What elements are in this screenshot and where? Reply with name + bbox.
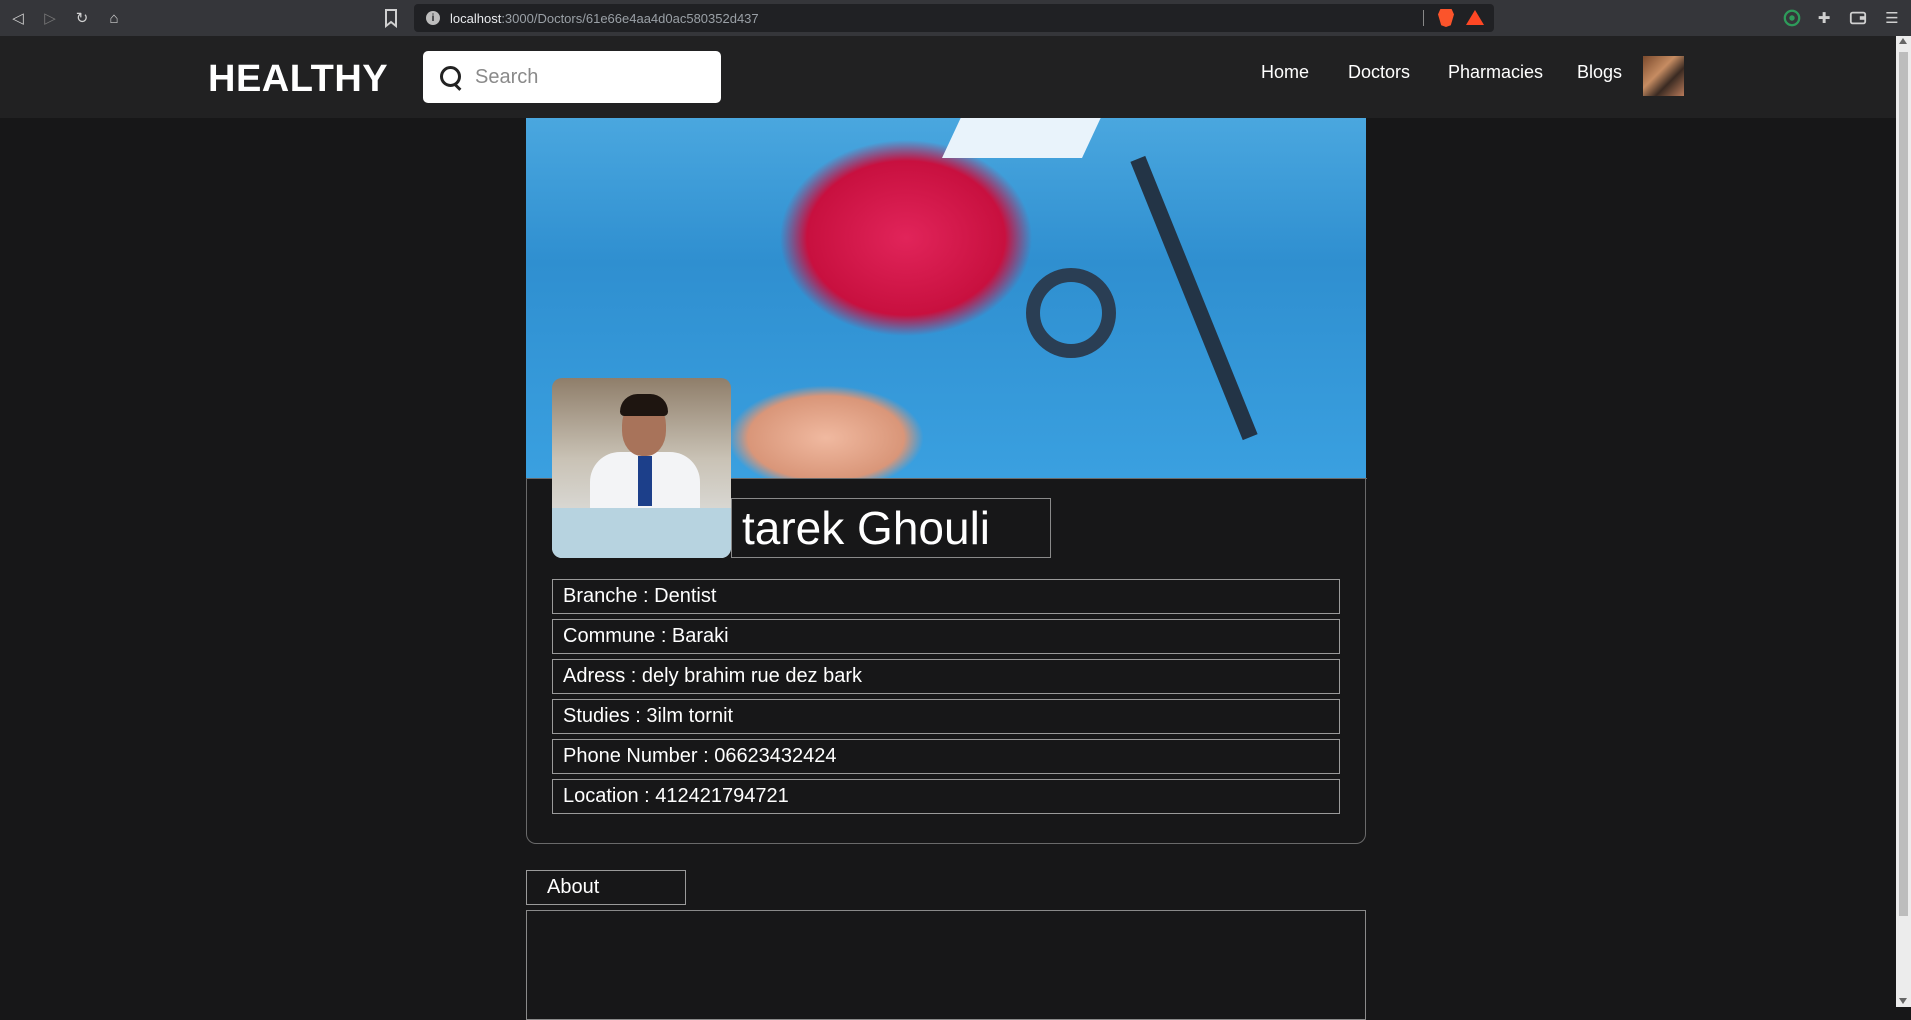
forward-icon[interactable]: ▷ — [34, 2, 66, 34]
about-tab[interactable]: About — [526, 870, 686, 905]
brave-rewards-icon[interactable] — [1466, 10, 1484, 25]
doctor-name: tarek Ghouli — [731, 498, 1051, 558]
nav-home[interactable]: Home — [1261, 62, 1309, 83]
search-icon — [439, 65, 463, 89]
info-phone: Phone Number : 06623432424 — [552, 739, 1340, 774]
user-avatar[interactable] — [1643, 56, 1684, 96]
back-icon[interactable]: ◁ — [2, 2, 34, 34]
site-logo[interactable]: HEALTHY — [208, 58, 388, 101]
banner-stethoscope-tube — [1130, 155, 1258, 441]
scroll-up-icon[interactable] — [1899, 38, 1907, 44]
banner-stethoscope — [1026, 268, 1116, 358]
banner-collar — [942, 118, 1110, 158]
menu-icon[interactable]: ☰ — [1882, 8, 1902, 28]
info-location: Location : 412421794721 — [552, 779, 1340, 814]
wallet-icon[interactable] — [1848, 8, 1868, 28]
nav-blogs[interactable]: Blogs — [1577, 62, 1622, 83]
url-host: localhost — [450, 10, 502, 26]
browser-toolbar: ◁ ▷ ↻ ⌂ i localhost:3000/Doctors/61e66e4… — [0, 0, 1911, 36]
page-scrollbar[interactable] — [1896, 36, 1911, 1007]
photo-tie — [638, 456, 652, 506]
info-adress: Adress : dely brahim rue dez bark — [552, 659, 1340, 694]
doctor-photo — [552, 378, 731, 558]
scroll-thumb[interactable] — [1899, 52, 1908, 916]
info-studies: Studies : 3ilm tornit — [552, 699, 1340, 734]
url-path: :3000/Doctors/61e66e4aa4d0ac580352d437 — [501, 10, 759, 26]
info-branche: Branche : Dentist — [552, 579, 1340, 614]
address-bar[interactable]: i localhost:3000/Doctors/61e66e4aa4d0ac5… — [414, 4, 1494, 32]
info-commune: Commune : Baraki — [552, 619, 1340, 654]
brave-shield-icon[interactable] — [1438, 9, 1454, 27]
search-input[interactable] — [475, 65, 705, 89]
site-info-icon[interactable]: i — [426, 11, 440, 25]
about-content — [526, 910, 1366, 1020]
bookmark-icon[interactable] — [382, 8, 400, 28]
extension-icon[interactable] — [1782, 8, 1802, 28]
reload-icon[interactable]: ↻ — [66, 2, 98, 34]
search-box[interactable] — [423, 51, 721, 103]
site-header: HEALTHY Home Doctors Pharmacies Blogs — [0, 36, 1911, 118]
divider — [1423, 10, 1424, 26]
nav-doctors[interactable]: Doctors — [1348, 62, 1410, 83]
nav-pharmacies[interactable]: Pharmacies — [1448, 62, 1543, 83]
photo-hair — [620, 394, 668, 416]
scroll-down-icon[interactable] — [1899, 998, 1907, 1004]
home-icon[interactable]: ⌂ — [98, 2, 130, 34]
photo-desk — [552, 508, 731, 558]
puzzle-icon[interactable]: ✚ — [1814, 8, 1834, 28]
